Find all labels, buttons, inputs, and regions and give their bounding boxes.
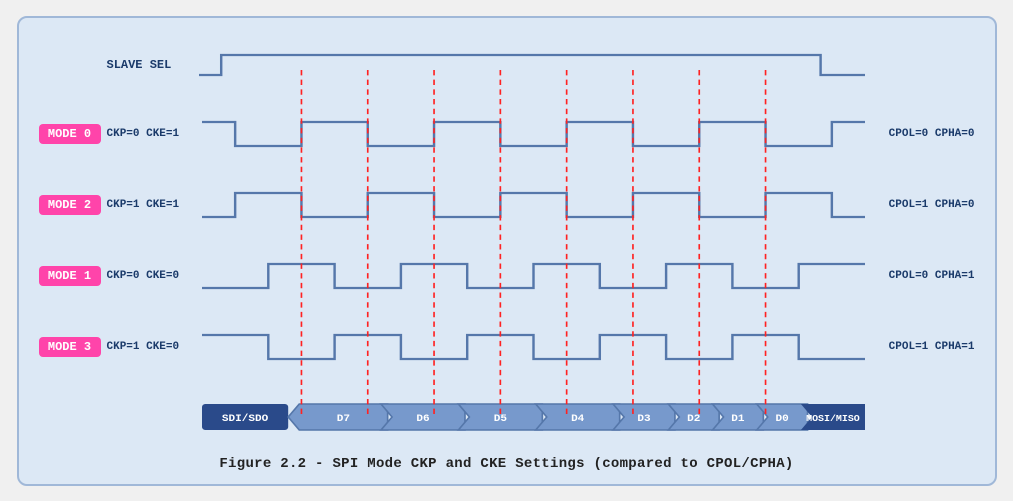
mode1-row: MODE 1 CKP=0 CKE=0 CPOL=0 CPHA=1 (39, 254, 975, 298)
mode0-right-label: CPOL=0 CPHA=0 (865, 128, 975, 140)
diagram-container: SLAVE SEL MODE 0 CKP=0 CKE=1 CPOL=0 CPHA… (17, 16, 997, 486)
mode1-badge: MODE 1 (39, 266, 101, 286)
diagram-area: SLAVE SEL MODE 0 CKP=0 CKE=1 CPOL=0 CPHA… (39, 34, 975, 448)
mode0-left-label: CKP=0 CKE=1 (107, 128, 202, 140)
svg-text:D3: D3 (637, 413, 650, 424)
mode2-right-label: CPOL=1 CPHA=0 (865, 199, 975, 211)
mode1-right-label: CPOL=0 CPHA=1 (865, 270, 975, 282)
svg-text:D1: D1 (731, 413, 744, 424)
mode3-right-label: CPOL=1 CPHA=1 (865, 341, 975, 353)
svg-text:D5: D5 (493, 413, 506, 424)
figure-caption: Figure 2.2 - SPI Mode CKP and CKE Settin… (39, 456, 975, 472)
mode3-badge: MODE 3 (39, 337, 101, 357)
svg-text:D6: D6 (416, 413, 429, 424)
mode0-row: MODE 0 CKP=0 CKE=1 CPOL=0 CPHA=0 (39, 112, 975, 156)
svg-text:D2: D2 (687, 413, 700, 424)
mode2-row: MODE 2 CKP=1 CKE=1 CPOL=1 CPHA=0 (39, 183, 975, 227)
svg-text:D7: D7 (336, 413, 349, 424)
data-bus-waveform: SDI/SDO D7 D6 D5 D4 (202, 400, 865, 434)
slave-sel-waveform (199, 47, 865, 83)
mode2-badge: MODE 2 (39, 195, 101, 215)
data-bus-row: SDI/SDO D7 D6 D5 D4 (39, 400, 975, 434)
svg-text:SDI/SDO: SDI/SDO (221, 413, 267, 424)
mode2-waveform (202, 183, 865, 227)
mode3-waveform (202, 325, 865, 369)
mode0-waveform (202, 112, 865, 156)
svg-text:D0: D0 (775, 413, 788, 424)
svg-text:MOSI/MISO: MOSI/MISO (806, 413, 860, 423)
slave-sel-row: SLAVE SEL (39, 47, 975, 83)
mode2-left-label: CKP=1 CKE=1 (107, 199, 202, 211)
mode1-waveform (202, 254, 865, 298)
mode3-row: MODE 3 CKP=1 CKE=0 CPOL=1 CPHA=1 (39, 325, 975, 369)
svg-text:D4: D4 (571, 413, 584, 424)
slave-sel-label: SLAVE SEL (39, 58, 199, 72)
mode1-left-label: CKP=0 CKE=0 (107, 270, 202, 282)
mode3-left-label: CKP=1 CKE=0 (107, 341, 202, 353)
rows-container: SLAVE SEL MODE 0 CKP=0 CKE=1 CPOL=0 CPHA… (39, 34, 975, 448)
mode0-badge: MODE 0 (39, 124, 101, 144)
